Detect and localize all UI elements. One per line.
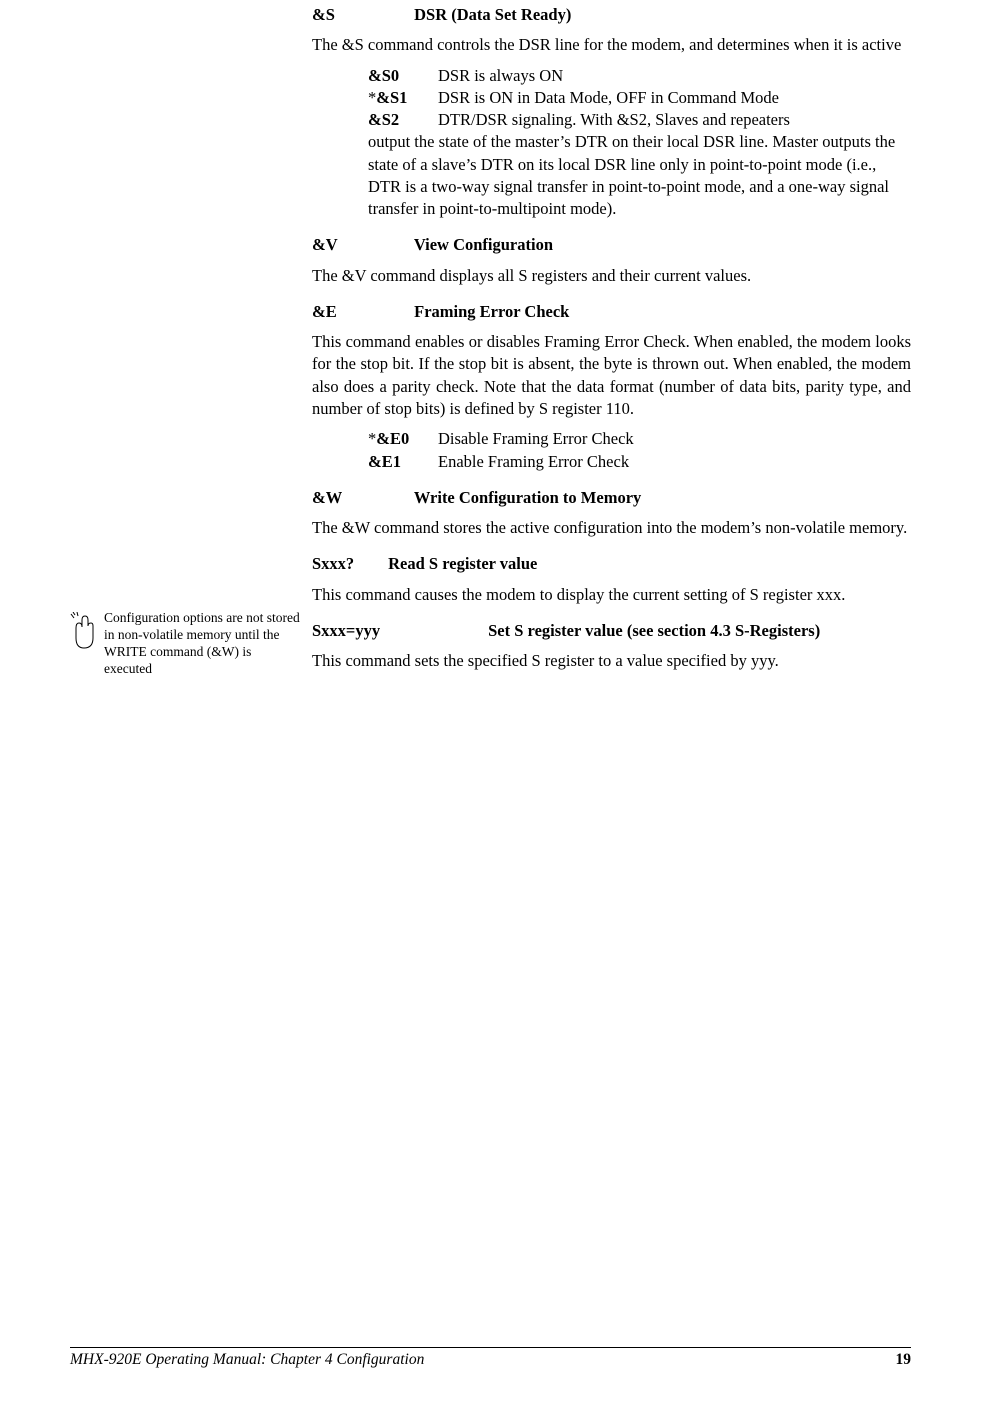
heading-s: &S DSR (Data Set Ready) [312, 4, 911, 26]
footer-page-number: 19 [896, 1350, 912, 1371]
e-opt-0: *&E0 Disable Framing Error Check [368, 428, 911, 450]
heading-w-title: Write Configuration to Memory [414, 488, 641, 507]
s-opt-2-desc: DTR/DSR signaling. With &S2, Slaves and … [438, 109, 911, 131]
heading-sread: Sxxx? Read S register value [312, 553, 911, 575]
content-row: Configuration options are not stored in … [70, 0, 911, 680]
heading-v: &V View Configuration [312, 234, 911, 256]
s-opt-2-code: &S2 [368, 109, 438, 131]
heading-sset-cmd: Sxxx=yyy [312, 620, 484, 642]
main-column: &S DSR (Data Set Ready) The &S command c… [312, 0, 911, 680]
heading-sread-cmd: Sxxx? [312, 553, 384, 575]
margin-note: Configuration options are not stored in … [70, 610, 300, 678]
footer-left: MHX-920E Operating Manual: Chapter 4 Con… [70, 1350, 424, 1371]
s-opt-1: *&S1 DSR is ON in Data Mode, OFF in Comm… [368, 87, 911, 109]
heading-e-title: Framing Error Check [414, 302, 569, 321]
sread-desc: This command causes the modem to display… [312, 584, 911, 606]
s-opt-2: &S2 DTR/DSR signaling. With &S2, Slaves … [368, 109, 911, 131]
heading-s-cmd: &S [312, 4, 410, 26]
heading-v-cmd: &V [312, 234, 410, 256]
heading-w-cmd: &W [312, 487, 410, 509]
e-opt-1-code: &E1 [368, 451, 438, 473]
margin-note-text: Configuration options are not stored in … [104, 610, 300, 678]
heading-s-title: DSR (Data Set Ready) [414, 5, 571, 24]
e-options: *&E0 Disable Framing Error Check &E1 Ena… [312, 428, 911, 473]
s-opt-0-code: &S0 [368, 65, 438, 87]
margin-column: Configuration options are not stored in … [70, 0, 300, 678]
heading-w: &W Write Configuration to Memory [312, 487, 911, 509]
heading-sset: Sxxx=yyy Set S register value (see secti… [312, 620, 911, 642]
page-footer: MHX-920E Operating Manual: Chapter 4 Con… [70, 1347, 911, 1371]
page: Configuration options are not stored in … [0, 0, 981, 1419]
e-opt-0-code: *&E0 [368, 428, 438, 450]
s-desc: The &S command controls the DSR line for… [312, 34, 911, 56]
heading-e: &E Framing Error Check [312, 301, 911, 323]
s-opt-0-desc: DSR is always ON [438, 65, 911, 87]
sset-desc: This command sets the specified S regist… [312, 650, 911, 672]
e-opt-1-desc: Enable Framing Error Check [438, 451, 911, 473]
s-opt-1-desc: DSR is ON in Data Mode, OFF in Command M… [438, 87, 911, 109]
heading-sread-title: Read S register value [388, 554, 537, 573]
s-opt-cont: output the state of the master’s DTR on … [368, 131, 911, 220]
footer-line: MHX-920E Operating Manual: Chapter 4 Con… [70, 1347, 911, 1371]
e-desc: This command enables or disables Framing… [312, 331, 911, 420]
s-opt-0: &S0 DSR is always ON [368, 65, 911, 87]
e-opt-1: &E1 Enable Framing Error Check [368, 451, 911, 473]
s-options: &S0 DSR is always ON *&S1 DSR is ON in D… [312, 65, 911, 221]
heading-sset-title: Set S register value (see section 4.3 S-… [488, 621, 820, 640]
v-desc: The &V command displays all S registers … [312, 265, 911, 287]
heading-v-title: View Configuration [414, 235, 553, 254]
hand-icon [70, 612, 96, 652]
e-opt-0-desc: Disable Framing Error Check [438, 428, 911, 450]
heading-e-cmd: &E [312, 301, 410, 323]
s-opt-1-code: *&S1 [368, 87, 438, 109]
w-desc: The &W command stores the active configu… [312, 517, 911, 539]
